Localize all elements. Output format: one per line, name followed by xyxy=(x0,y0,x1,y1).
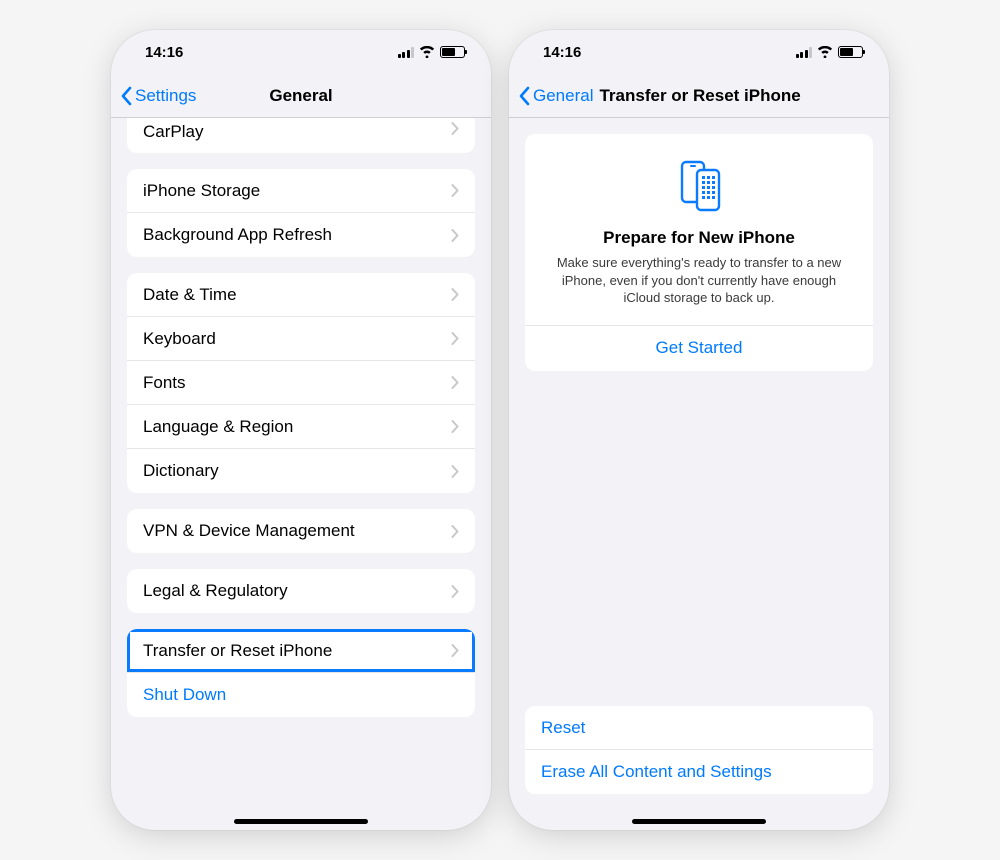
row-label: Background App Refresh xyxy=(143,225,332,245)
row-label: Erase All Content and Settings xyxy=(541,762,772,782)
back-label: General xyxy=(533,86,593,106)
section-input: Date & Time Keyboard Fonts Language & Re… xyxy=(127,273,475,493)
status-time: 14:16 xyxy=(145,44,183,61)
row-iphone-storage[interactable]: iPhone Storage xyxy=(127,169,475,213)
nav-bar: General Transfer or Reset iPhone xyxy=(509,74,889,118)
status-bar: 14:16 xyxy=(509,30,889,74)
status-bar: 14:16 xyxy=(111,30,491,74)
chevron-right-icon xyxy=(451,644,459,657)
card-description: Make sure everything's ready to transfer… xyxy=(543,254,855,325)
home-indicator[interactable] xyxy=(632,819,766,824)
row-label: VPN & Device Management xyxy=(143,521,355,541)
transfer-devices-icon xyxy=(543,156,855,214)
chevron-right-icon xyxy=(451,376,459,389)
settings-list[interactable]: CarPlay iPhone Storage Background App Re… xyxy=(111,118,491,830)
chevron-right-icon xyxy=(451,122,459,135)
row-erase-all[interactable]: Erase All Content and Settings xyxy=(525,750,873,794)
row-date-time[interactable]: Date & Time xyxy=(127,273,475,317)
row-label: Legal & Regulatory xyxy=(143,581,288,601)
home-indicator[interactable] xyxy=(234,819,368,824)
section-vpn: VPN & Device Management xyxy=(127,509,475,553)
wifi-icon xyxy=(419,46,435,58)
row-background-app-refresh[interactable]: Background App Refresh xyxy=(127,213,475,257)
chevron-right-icon xyxy=(451,332,459,345)
chevron-right-icon xyxy=(451,288,459,301)
nav-bar: Settings General xyxy=(111,74,491,118)
row-label: Fonts xyxy=(143,373,186,393)
chevron-right-icon xyxy=(451,184,459,197)
row-reset[interactable]: Reset xyxy=(525,706,873,750)
battery-icon xyxy=(440,46,465,58)
row-keyboard[interactable]: Keyboard xyxy=(127,317,475,361)
row-transfer-reset[interactable]: Transfer or Reset iPhone xyxy=(127,629,475,673)
get-started-button[interactable]: Get Started xyxy=(543,325,855,371)
section-transfer-shutdown: Transfer or Reset iPhone Shut Down xyxy=(127,629,475,717)
section-legal: Legal & Regulatory xyxy=(127,569,475,613)
chevron-right-icon xyxy=(451,229,459,242)
back-button[interactable]: General xyxy=(519,86,593,106)
row-label: Keyboard xyxy=(143,329,216,349)
row-vpn-device-management[interactable]: VPN & Device Management xyxy=(127,509,475,553)
row-dictionary[interactable]: Dictionary xyxy=(127,449,475,493)
row-shut-down[interactable]: Shut Down xyxy=(127,673,475,717)
back-label: Settings xyxy=(135,86,196,106)
row-label: Reset xyxy=(541,718,585,738)
page-title: Transfer or Reset iPhone xyxy=(599,86,800,106)
row-language-region[interactable]: Language & Region xyxy=(127,405,475,449)
row-legal-regulatory[interactable]: Legal & Regulatory xyxy=(127,569,475,613)
wifi-icon xyxy=(817,46,833,58)
section-partial: CarPlay xyxy=(127,118,475,153)
row-label: Date & Time xyxy=(143,285,237,305)
status-indicators xyxy=(796,46,864,58)
chevron-right-icon xyxy=(451,420,459,433)
phone-general-settings: 14:16 Settings General CarPlay iPhone St… xyxy=(111,30,491,830)
cellular-signal-icon xyxy=(796,47,813,58)
reset-section: Reset Erase All Content and Settings xyxy=(525,706,873,794)
row-label: Shut Down xyxy=(143,685,226,705)
chevron-right-icon xyxy=(451,465,459,478)
battery-icon xyxy=(838,46,863,58)
back-button[interactable]: Settings xyxy=(121,86,196,106)
row-label: Dictionary xyxy=(143,461,219,481)
row-label: iPhone Storage xyxy=(143,181,260,201)
section-storage: iPhone Storage Background App Refresh xyxy=(127,169,475,257)
chevron-right-icon xyxy=(451,525,459,538)
status-time: 14:16 xyxy=(543,44,581,61)
status-indicators xyxy=(398,46,466,58)
row-label: CarPlay xyxy=(143,122,203,142)
phone-transfer-reset: 14:16 General Transfer or Reset iPhone xyxy=(509,30,889,830)
row-fonts[interactable]: Fonts xyxy=(127,361,475,405)
card-title: Prepare for New iPhone xyxy=(543,228,855,248)
cellular-signal-icon xyxy=(398,47,415,58)
row-carplay[interactable]: CarPlay xyxy=(127,118,475,153)
chevron-right-icon xyxy=(451,585,459,598)
prepare-card: Prepare for New iPhone Make sure everyth… xyxy=(525,134,873,371)
row-label: Language & Region xyxy=(143,417,293,437)
row-label: Transfer or Reset iPhone xyxy=(143,641,332,661)
transfer-content: Prepare for New iPhone Make sure everyth… xyxy=(509,118,889,830)
